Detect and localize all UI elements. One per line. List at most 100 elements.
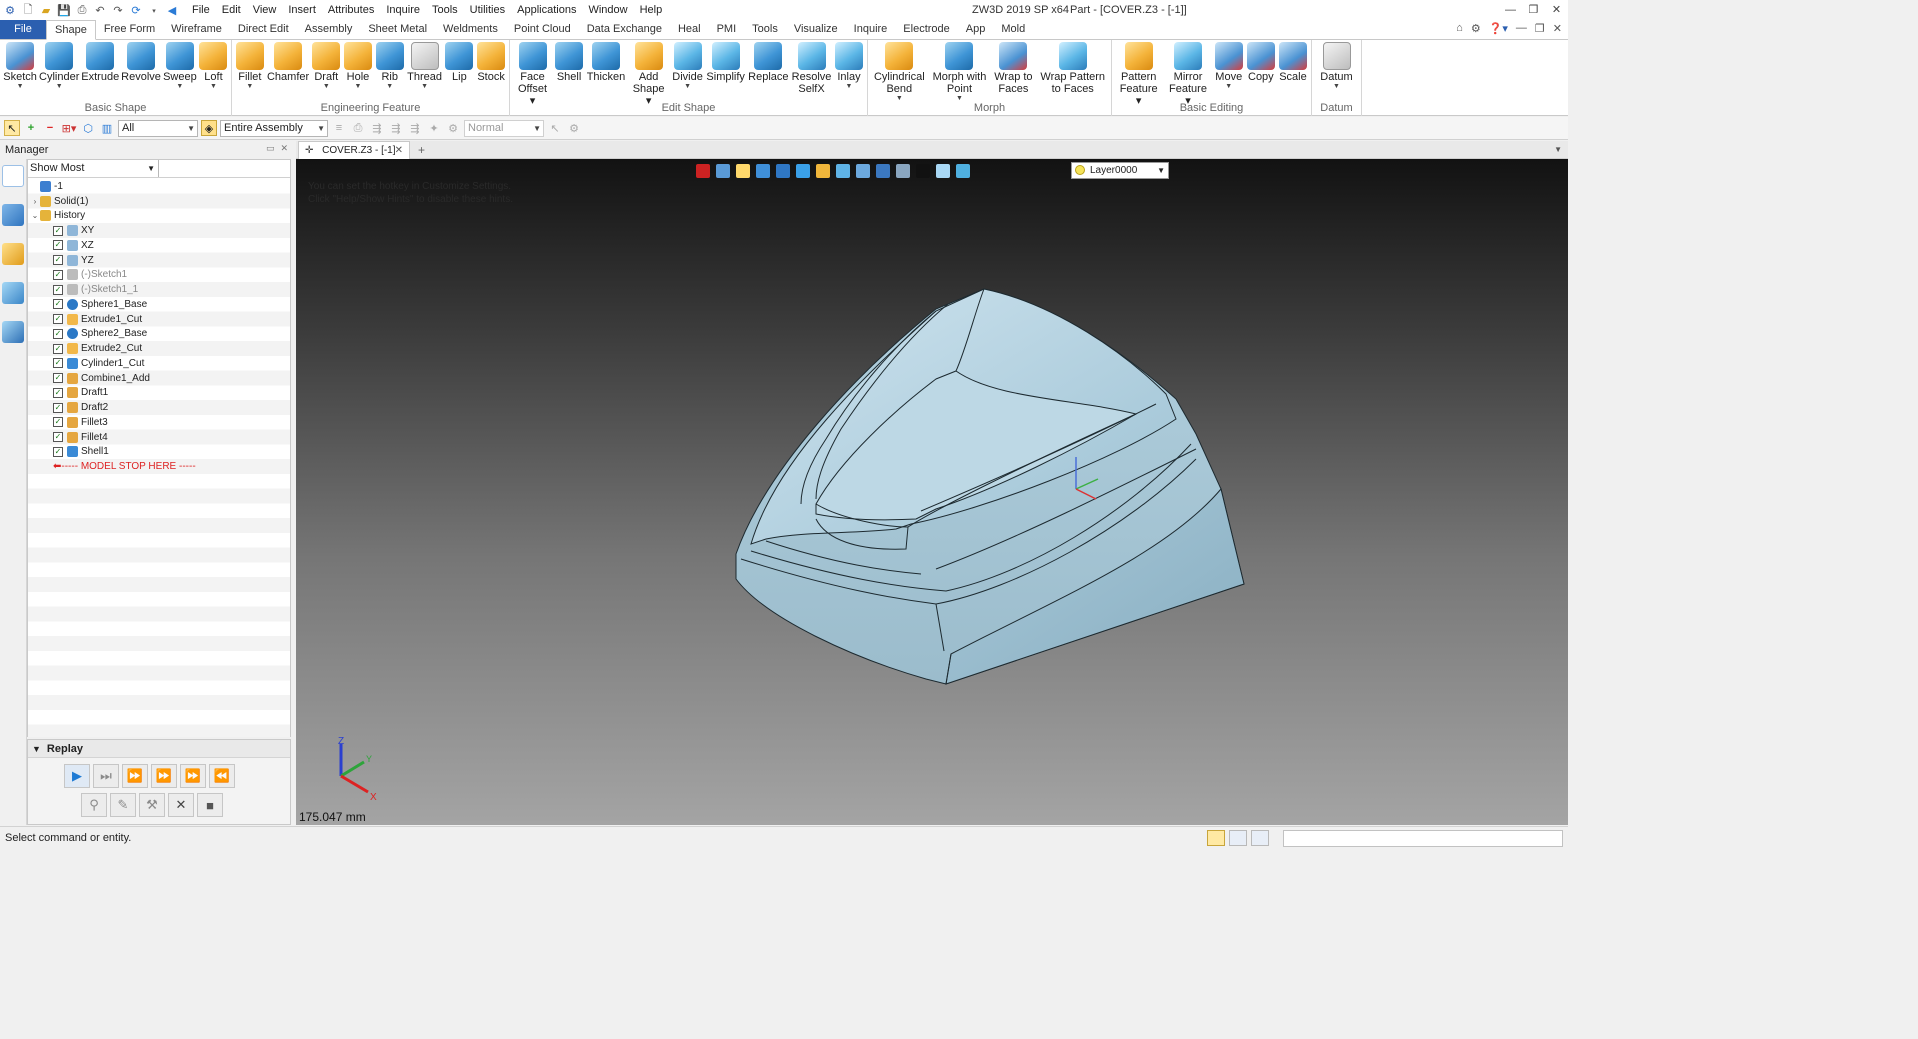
menu-edit[interactable]: Edit — [216, 0, 247, 21]
menu-attributes[interactable]: Attributes — [322, 0, 380, 21]
chevron-down-icon[interactable]: ▼ — [176, 83, 183, 91]
assembly-scope-icon[interactable]: ◈ — [201, 120, 217, 136]
tab-heal[interactable]: Heal — [670, 20, 709, 39]
tree-row[interactable]: ⌄ History — [28, 209, 290, 224]
tree-row[interactable]: -1 — [28, 179, 290, 194]
add-icon[interactable]: + — [23, 120, 39, 136]
mode-toggle-icon[interactable] — [1207, 830, 1225, 846]
visibility-checkbox[interactable]: ✓ — [53, 446, 63, 457]
snap-icon[interactable]: ⚙ — [566, 120, 582, 136]
render-mode-select[interactable]: Normal ▼ — [464, 119, 544, 137]
chevron-down-icon[interactable]: ▾ — [146, 3, 162, 19]
hexagon-select-icon[interactable]: ⬡ — [80, 120, 96, 136]
rewind-icon[interactable]: ⏪ — [209, 764, 235, 788]
tree-row[interactable]: ✓ Sphere1_Base — [28, 297, 290, 312]
expand-toggle-icon[interactable]: › — [30, 197, 40, 206]
back-arrow-icon[interactable] — [696, 164, 710, 178]
minimize-ribbon-icon[interactable]: — — [1516, 22, 1527, 35]
visibility-checkbox[interactable]: ✓ — [53, 358, 63, 369]
visibility-checkbox[interactable]: ✓ — [53, 432, 63, 443]
visibility-checkbox[interactable]: ✓ — [53, 225, 63, 236]
restore-icon[interactable]: ❐ — [1522, 0, 1545, 21]
tree-row[interactable]: ✓ YZ — [28, 253, 290, 268]
close-tab-icon[interactable]: ✕ — [395, 142, 403, 159]
cursor-icon[interactable]: ↖ — [547, 120, 563, 136]
tree-row[interactable]: ✓ Fillet4 — [28, 430, 290, 445]
3d-viewport[interactable]: You can set the hotkey in Customize Sett… — [296, 159, 1568, 825]
menu-file[interactable]: File — [186, 0, 216, 21]
chevron-down-icon[interactable]: ▼ — [846, 83, 853, 91]
section-icon[interactable] — [876, 164, 890, 178]
align-2-icon[interactable]: ⇶ — [388, 120, 404, 136]
color-light-icon[interactable] — [936, 164, 950, 178]
visibility-checkbox[interactable]: ✓ — [53, 387, 63, 398]
chevron-down-icon[interactable]: ▼ — [246, 83, 253, 91]
tab-data-exchange[interactable]: Data Exchange — [579, 20, 670, 39]
settings-gear-icon[interactable]: ⚙ — [1471, 22, 1481, 35]
tab-direct-edit[interactable]: Direct Edit — [230, 20, 297, 39]
play-icon[interactable]: ▶ — [64, 764, 90, 788]
chevron-down-icon[interactable]: ▼ — [56, 83, 63, 91]
tab-tools[interactable]: Tools — [744, 20, 786, 39]
step-fast-icon[interactable]: ⏩ — [151, 764, 177, 788]
visibility-checkbox[interactable]: ✓ — [53, 240, 63, 251]
visibility-checkbox[interactable]: ✓ — [53, 328, 63, 339]
cover-model[interactable] — [296, 159, 1568, 825]
tree-row[interactable]: ✓ XY — [28, 223, 290, 238]
fit-icon[interactable] — [856, 164, 870, 178]
close-doc-icon[interactable]: ✕ — [1553, 22, 1562, 35]
close-icon[interactable]: ✕ — [280, 143, 288, 154]
close-icon[interactable]: ✕ — [1545, 0, 1568, 21]
pick-arrow-icon[interactable]: ↖ — [4, 120, 20, 136]
tree-row[interactable]: ✓ Draft1 — [28, 386, 290, 401]
tab-inquire[interactable]: Inquire — [846, 20, 896, 39]
chevron-down-icon[interactable]: ▼ — [210, 83, 217, 91]
tree-row[interactable]: ✓ XZ — [28, 238, 290, 253]
app-logo-icon[interactable]: ⚙ — [2, 3, 18, 19]
chevron-down-icon[interactable]: ▼ — [421, 83, 428, 91]
visibility-checkbox[interactable]: ✓ — [53, 284, 63, 295]
tree-row[interactable]: ✓ Sphere2_Base — [28, 327, 290, 342]
render-mode-icon[interactable]: ⚙ — [445, 120, 461, 136]
help-icon[interactable]: ❓▾ — [1489, 22, 1508, 35]
new-file-icon[interactable]: 🗋 — [20, 3, 36, 19]
pin-icon[interactable]: ✦ — [426, 120, 442, 136]
shading-icon[interactable] — [796, 164, 810, 178]
menu-window[interactable]: Window — [582, 0, 633, 21]
layer-select[interactable]: Layer0000 ▼ — [1071, 162, 1169, 179]
filter-select[interactable]: All ▼ — [118, 119, 198, 137]
zoom-icon[interactable] — [836, 164, 850, 178]
chevron-down-icon[interactable]: ▼ — [17, 83, 24, 91]
visibility-checkbox[interactable]: ✓ — [53, 402, 63, 413]
scope-select[interactable]: Entire Assembly ▼ — [220, 119, 328, 137]
tree-row[interactable]: ✓ Combine1_Add — [28, 371, 290, 386]
tree-row[interactable]: ✓ (-)Sketch1 — [28, 268, 290, 283]
save-icon[interactable]: 💾 — [56, 3, 72, 19]
align-3-icon[interactable]: ⇶ — [407, 120, 423, 136]
visibility-checkbox[interactable]: ✓ — [53, 417, 63, 428]
pick-filter-icon[interactable]: ⊞▾ — [61, 120, 77, 136]
tab-file[interactable]: File — [0, 20, 46, 39]
tab-app[interactable]: App — [958, 20, 994, 39]
minimize-icon[interactable]: — — [1499, 0, 1522, 21]
model-stop-marker[interactable]: ⬅ ----- MODEL STOP HERE ----- — [28, 459, 290, 474]
new-tab-icon[interactable]: + — [418, 141, 425, 159]
tab-electrode[interactable]: Electrode — [895, 20, 957, 39]
window-icon[interactable] — [1251, 830, 1269, 846]
menu-view[interactable]: View — [247, 0, 283, 21]
tab-weldments[interactable]: Weldments — [435, 20, 506, 39]
chevron-down-icon[interactable]: ▼ — [1225, 83, 1232, 91]
undo-icon[interactable]: ↶ — [92, 3, 108, 19]
tree-row[interactable]: ✓ Cylinder1_Cut — [28, 356, 290, 371]
restore-doc-icon[interactable]: ❐ — [1535, 22, 1545, 35]
part-manager-icon[interactable] — [2, 243, 24, 265]
link-icon[interactable]: ⚲ — [81, 793, 107, 817]
tab-menu-chevron-icon[interactable]: ▼ — [1554, 141, 1562, 159]
tree-search-input[interactable] — [159, 160, 290, 177]
tree-row[interactable]: ✓ (-)Sketch1_1 — [28, 282, 290, 297]
history-manager-icon[interactable] — [2, 165, 24, 187]
light-icon[interactable] — [816, 164, 830, 178]
visibility-checkbox[interactable]: ✓ — [53, 373, 63, 384]
pin-icon[interactable]: ▭ — [266, 143, 275, 154]
tab-pmi[interactable]: PMI — [709, 20, 745, 39]
